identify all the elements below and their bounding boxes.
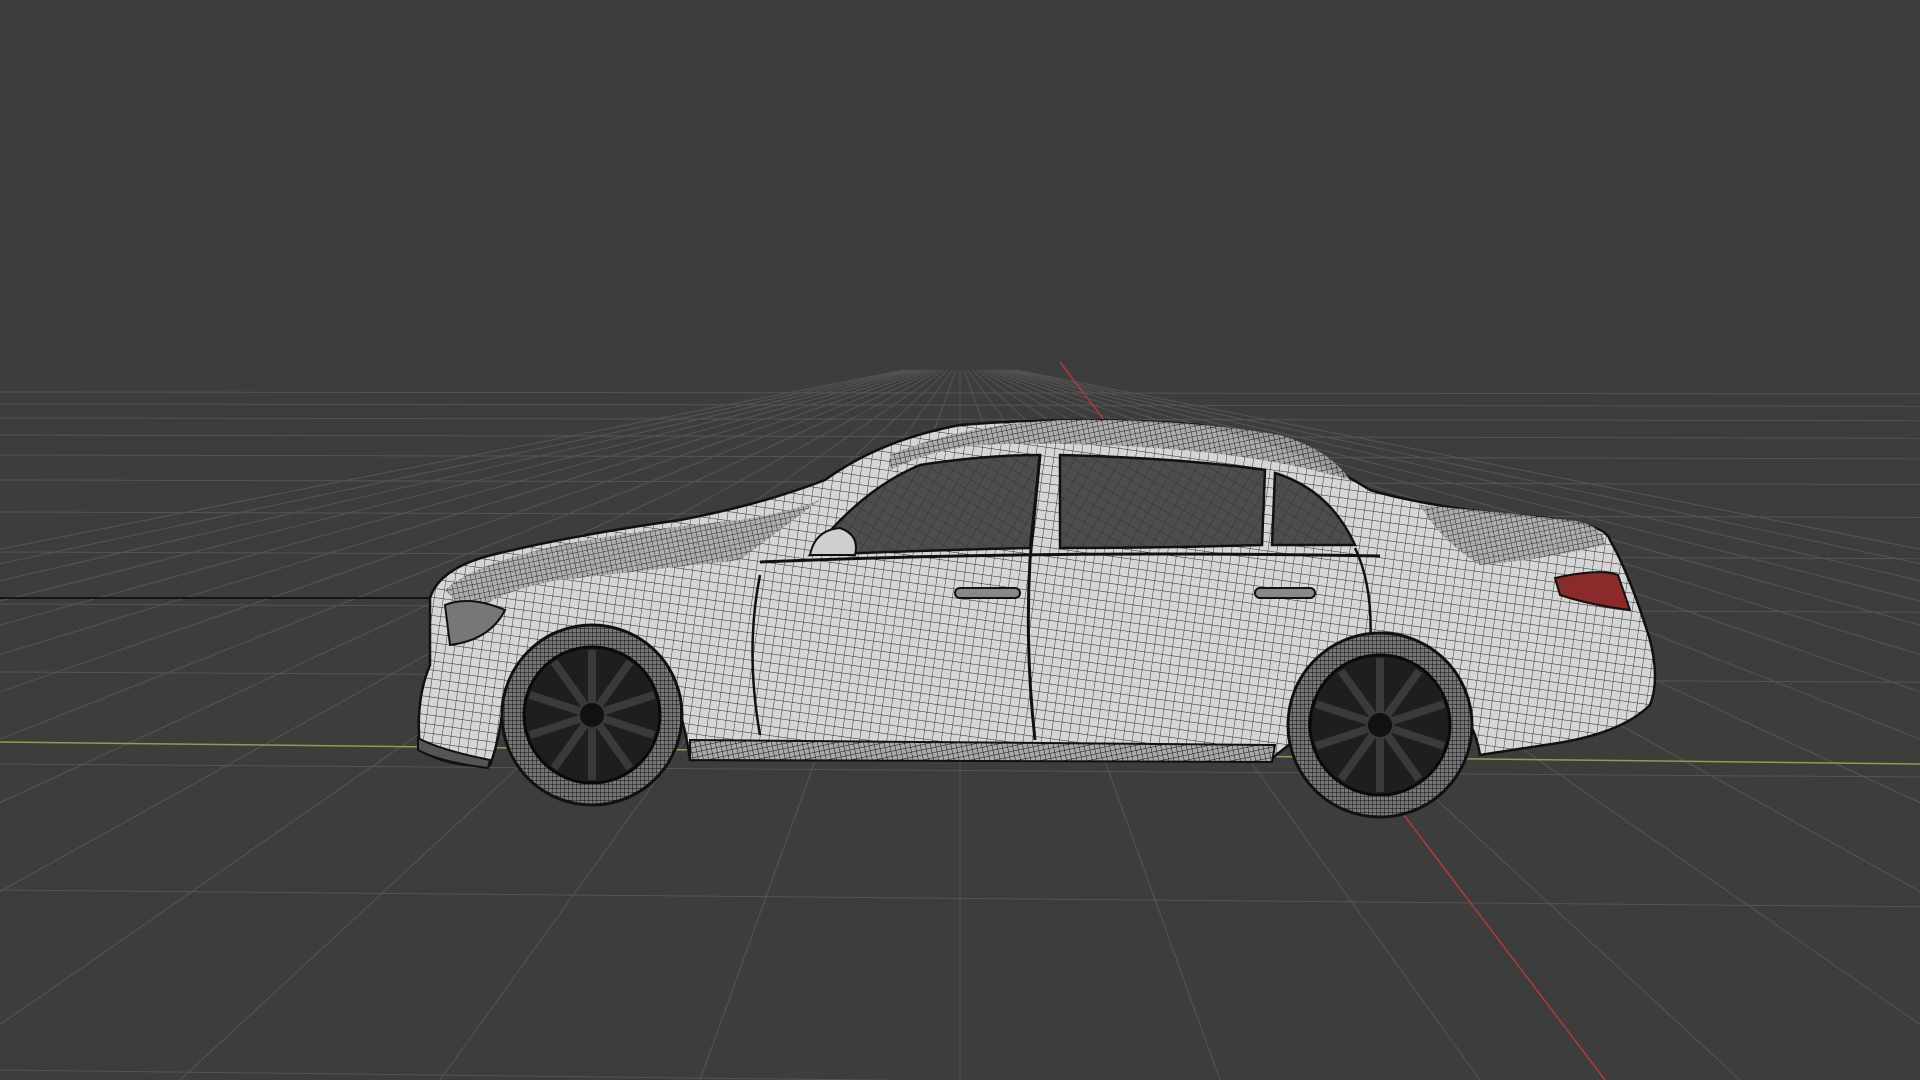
3d-viewport[interactable] [0,0,1920,1080]
sedan-car-model[interactable] [417,418,1657,819]
front-wheel [500,623,684,807]
rear-wheel [1286,631,1474,819]
rear-window [1058,453,1267,550]
rear-door-handle [1254,587,1316,599]
front-door-handle [954,587,1021,599]
side-skirt [689,738,1277,764]
viewport-canvas[interactable] [0,0,1920,1080]
